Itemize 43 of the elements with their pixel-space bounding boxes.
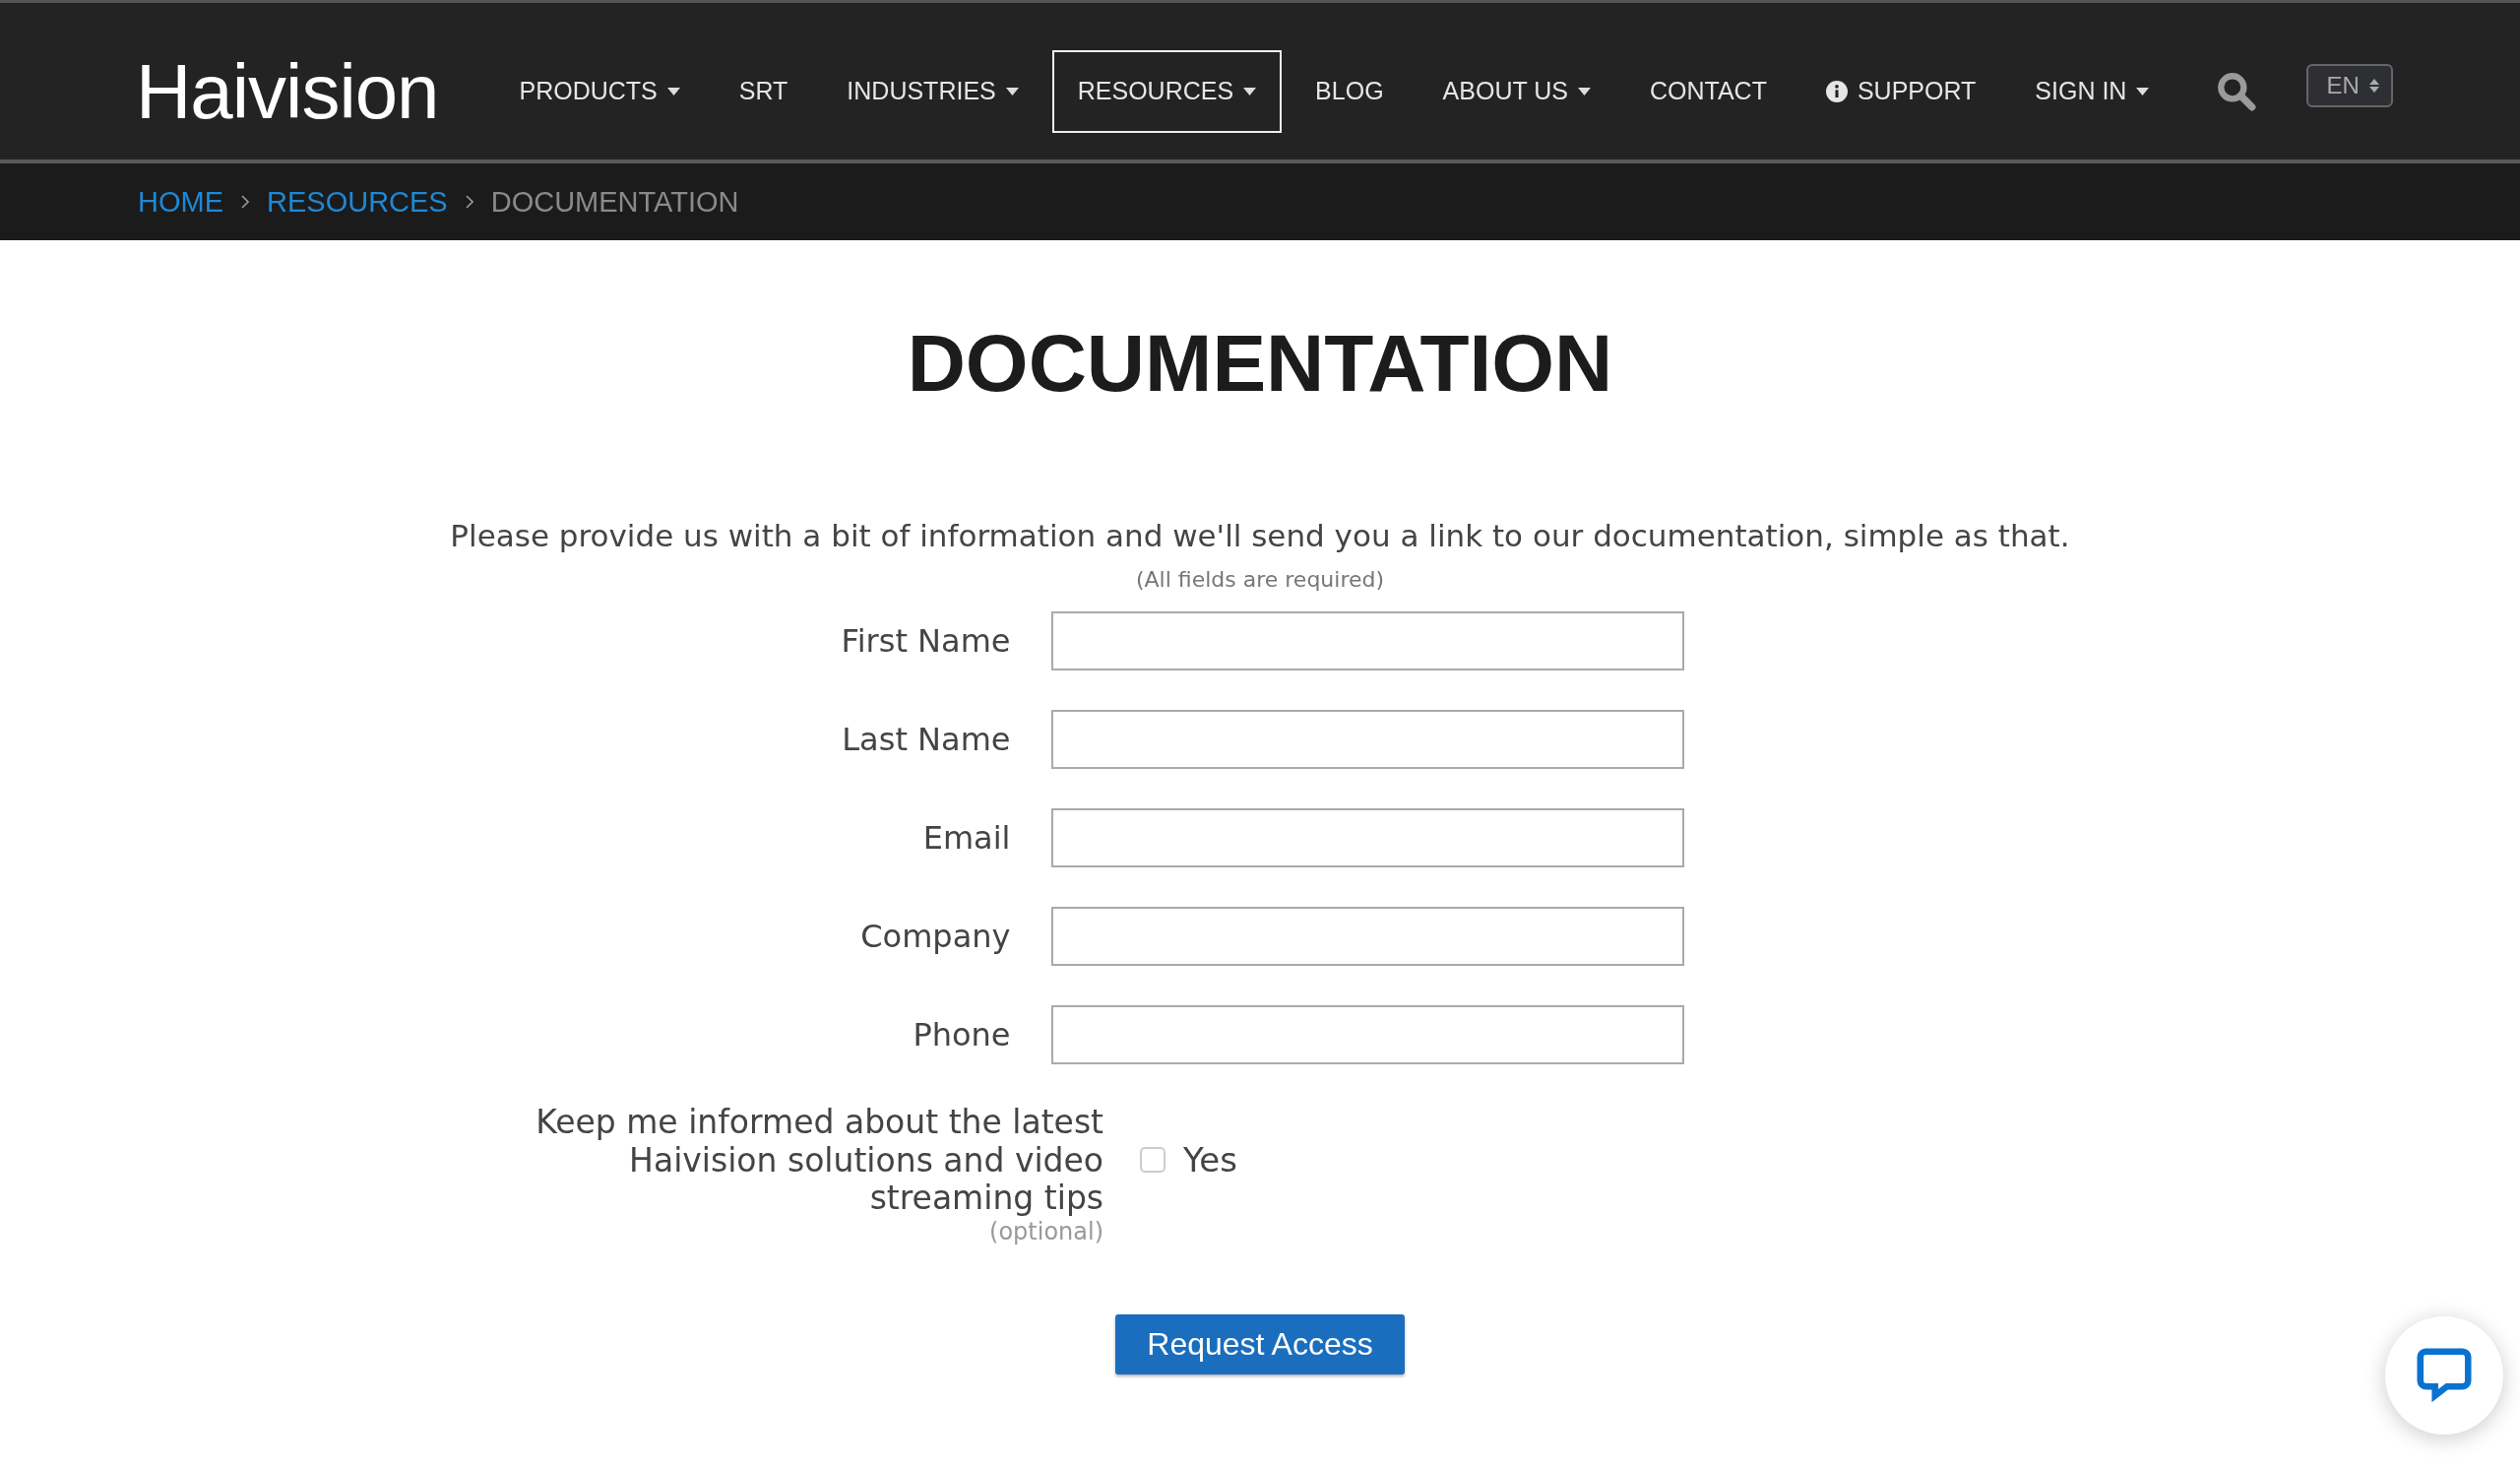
caret-icon — [1243, 87, 1257, 96]
caret-icon — [1005, 87, 1019, 96]
field-label: Email — [921, 819, 1011, 857]
nav-link[interactable]: SUPPORT — [1799, 49, 2002, 133]
breadcrumb-link[interactable]: HOME — [138, 185, 223, 219]
nav-link[interactable]: INDUSTRIES — [821, 49, 1044, 133]
checkbox-label: Yes — [1183, 1139, 1237, 1180]
chevron-icon — [241, 195, 249, 209]
intro-text: Please provide us with a bit of information and we'll send you a link to our documentation, simple as that. — [450, 518, 2070, 553]
current-page-label: DOCUMENTATION — [490, 185, 739, 219]
input-field[interactable] — [1050, 1005, 1684, 1064]
field-label: First Name — [840, 622, 1011, 660]
info-icon — [1825, 80, 1848, 102]
haivision-logo[interactable]: Haivision — [136, 52, 439, 130]
breadcrumb-link[interactable]: RESOURCES — [267, 185, 448, 219]
input-field[interactable] — [1050, 611, 1684, 670]
page-title: DOCUMENTATION — [907, 317, 1613, 410]
newsletter-label: Keep me informed about the latest Haivision solutions and video streaming tips — [535, 1104, 1104, 1218]
input-field[interactable] — [1050, 710, 1684, 769]
nav-link[interactable]: CONTACT — [1623, 49, 1793, 133]
nav-link[interactable]: BLOG — [1290, 49, 1410, 133]
language-select[interactable]: EN — [2306, 63, 2393, 107]
nav-link[interactable]: SIGN IN — [2009, 49, 2175, 133]
field-label: Last Name — [841, 721, 1011, 758]
caret-icon — [666, 87, 680, 96]
caret-icon — [2136, 87, 2150, 96]
nav-link[interactable]: PRODUCTS — [493, 49, 706, 133]
input-field[interactable] — [1050, 907, 1684, 966]
field-label: Phone — [912, 1016, 1011, 1053]
nav-link[interactable]: ABOUT US — [1417, 49, 1616, 133]
nav-link[interactable]: SRT — [713, 49, 814, 133]
speech-bubble-icon — [2417, 1348, 2472, 1403]
optional-note: (optional) — [989, 1217, 1104, 1245]
updown-icon — [2368, 77, 2379, 94]
search-icon[interactable] — [2216, 70, 2258, 112]
caret-icon — [1577, 87, 1591, 96]
checkbox[interactable] — [1140, 1146, 1166, 1173]
nav-link[interactable]: RESOURCES — [1051, 49, 1283, 133]
field-label: Company — [859, 918, 1011, 955]
input-field[interactable] — [1050, 808, 1684, 867]
chevron-icon — [465, 195, 473, 209]
required-note: (All fields are required) — [1135, 567, 1385, 592]
request-access-button[interactable]: Request Access — [1115, 1313, 1405, 1374]
